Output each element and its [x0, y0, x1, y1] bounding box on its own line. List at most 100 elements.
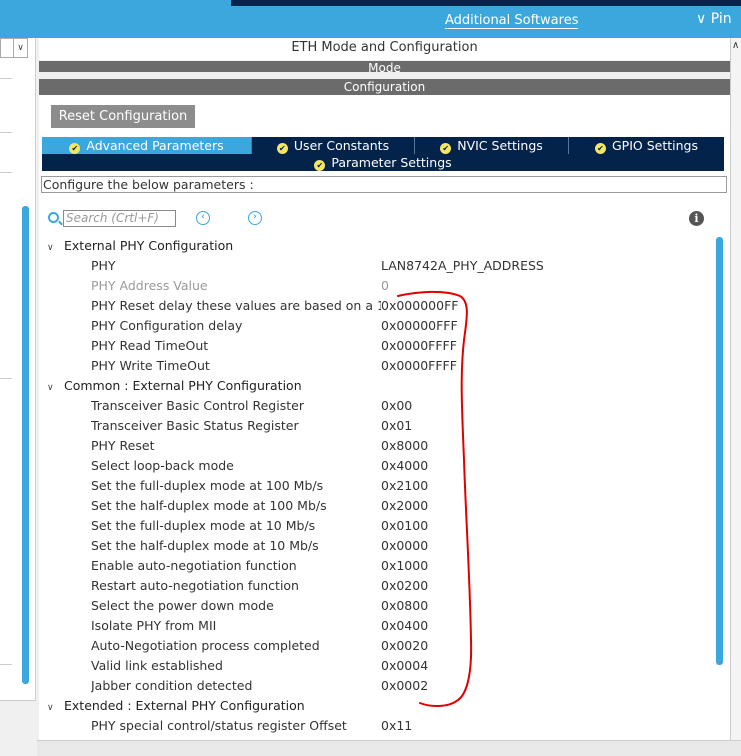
tab-advanced-parameters[interactable]: ✔ Advanced Parameters: [42, 137, 252, 154]
search-input[interactable]: Search (Crtl+F): [63, 210, 176, 227]
parameter-label: Set the full-duplex mode at 10 Mb/s: [91, 518, 316, 533]
right-edge-scrollbar[interactable]: ∧: [730, 38, 741, 756]
tab-nvic-settings[interactable]: ✔ NVIC Settings: [415, 137, 569, 154]
tab-gpio-settings[interactable]: ✔ GPIO Settings: [569, 137, 724, 154]
parameter-row[interactable]: PHY Reset 0x8000: [39, 436, 709, 456]
parameter-label: PHY Reset delay these values are based o…: [91, 298, 381, 313]
tab-parameter-settings[interactable]: ✔ Parameter Settings: [42, 154, 724, 171]
category-dropdown[interactable]: ∨: [0, 38, 28, 58]
parameters-scrollbar[interactable]: [716, 237, 723, 665]
parameter-label: PHY Configuration delay: [91, 318, 243, 333]
parameter-row[interactable]: PHY Write TimeOut 0x0000FFFF: [39, 356, 709, 376]
parameter-label: PHY Read TimeOut: [91, 338, 209, 353]
parameter-row[interactable]: Enable auto-negotiation function 0x1000: [39, 556, 709, 576]
parameter-label: Isolate PHY from MII: [91, 618, 217, 633]
chevron-down-icon: ∨: [13, 39, 27, 57]
mode-section-header[interactable]: Mode: [39, 61, 730, 72]
parameter-label: PHY Address Value: [91, 278, 208, 293]
tab-label: Advanced Parameters: [86, 138, 224, 153]
chevron-down-icon: ∨: [696, 11, 707, 27]
group-header[interactable]: ∨ Extended : External PHY Configuration: [47, 696, 717, 716]
parameter-value[interactable]: 0x01: [381, 416, 412, 436]
tab-bar: ✔ Advanced Parameters ✔ User Constants ✔ NV…: [42, 137, 724, 154]
parameter-row[interactable]: Isolate PHY from MII 0x0400: [39, 616, 709, 636]
parameter-row[interactable]: Valid link established 0x0004: [39, 656, 709, 676]
parameter-row[interactable]: Restart auto-negotiation function 0x0200: [39, 576, 709, 596]
parameter-value[interactable]: 0x2000: [381, 496, 428, 516]
search-previous-icon[interactable]: ‹: [196, 211, 210, 225]
parameter-row[interactable]: Auto-Negotiation process completed 0x0020: [39, 636, 709, 656]
top-tab-left[interactable]: [0, 0, 230, 6]
parameter-label: Select loop-back mode: [91, 458, 234, 473]
divider: [0, 378, 12, 379]
parameter-label: PHY: [91, 258, 116, 273]
parameter-value[interactable]: 0x0004: [381, 656, 428, 676]
parameter-row[interactable]: PHY Reset delay these values are based o…: [39, 296, 709, 316]
parameter-row[interactable]: Select loop-back mode 0x4000: [39, 456, 709, 476]
parameter-value[interactable]: 0x0000: [381, 536, 428, 556]
pinout-label: Pin: [710, 11, 732, 27]
parameter-row[interactable]: Select the power down mode 0x0800: [39, 596, 709, 616]
parameter-value[interactable]: 0x0020: [381, 636, 428, 656]
parameter-row[interactable]: Transceiver Basic Status Register 0x01: [39, 416, 709, 436]
parameter-row[interactable]: Set the half-duplex mode at 10 Mb/s 0x000…: [39, 536, 709, 556]
collapse-chevron-icon[interactable]: ∨: [47, 698, 57, 718]
parameter-row[interactable]: PHY special control/status register Offs…: [39, 716, 709, 736]
check-icon: ✔: [276, 143, 288, 154]
search-next-icon[interactable]: ›: [248, 211, 262, 225]
collapse-chevron-icon[interactable]: ∨: [47, 238, 57, 258]
top-tab-right[interactable]: [231, 0, 741, 6]
parameter-value[interactable]: 0x00000FFF: [381, 316, 458, 336]
parameter-label: Select the power down mode: [91, 598, 274, 613]
top-toolbar: Additional Softwares ∨ Pin: [0, 0, 741, 38]
check-icon: ✔: [440, 143, 452, 154]
parameter-value[interactable]: 0x0000FFFF: [381, 336, 457, 356]
parameter-row[interactable]: Set the full-duplex mode at 10 Mb/s 0x010…: [39, 516, 709, 536]
parameter-row[interactable]: PHY Address Value 0: [39, 276, 709, 296]
check-icon: ✔: [69, 143, 81, 154]
parameter-row[interactable]: PHY Read TimeOut 0x0000FFFF: [39, 336, 709, 356]
pinout-menu[interactable]: ∨ Pin: [696, 11, 732, 27]
chevron-up-icon: ∧: [732, 40, 740, 51]
parameter-row[interactable]: PHY Configuration delay 0x00000FFF: [39, 316, 709, 336]
group-title: Common : External PHY Configuration: [64, 378, 302, 393]
parameter-label: PHY Write TimeOut: [91, 358, 210, 373]
parameter-row[interactable]: Set the half-duplex mode at 100 Mb/s 0x20…: [39, 496, 709, 516]
parameter-value[interactable]: 0x0400: [381, 616, 428, 636]
parameter-row[interactable]: Transceiver Basic Control Register 0x00: [39, 396, 709, 416]
group-header[interactable]: ∨ External PHY Configuration: [47, 236, 717, 256]
parameter-row[interactable]: Set the full-duplex mode at 100 Mb/s 0x21…: [39, 476, 709, 496]
parameter-value[interactable]: LAN8742A_PHY_ADDRESS: [381, 256, 544, 276]
configuration-section-header[interactable]: Configuration: [39, 79, 730, 95]
parameter-row[interactable]: Jabber condition detected 0x0002: [39, 676, 709, 696]
parameter-value[interactable]: 0x0800: [381, 596, 428, 616]
parameter-value[interactable]: 0x0000FFFF: [381, 356, 457, 376]
parameter-label: Transceiver Basic Status Register: [91, 418, 299, 433]
left-scrollbar[interactable]: [22, 206, 29, 684]
collapse-chevron-icon[interactable]: ∨: [47, 378, 57, 398]
parameter-value[interactable]: 0x0002: [381, 676, 428, 696]
reset-configuration-button[interactable]: Reset Configuration: [51, 105, 195, 128]
parameter-value[interactable]: 0: [381, 276, 389, 296]
group-title: External PHY Configuration: [64, 238, 234, 253]
parameter-value[interactable]: 0x2100: [381, 476, 428, 496]
parameter-value[interactable]: 0x0200: [381, 576, 428, 596]
parameter-value[interactable]: 0x11: [381, 716, 412, 736]
additional-softwares-link[interactable]: Additional Softwares: [445, 13, 579, 29]
top-tab-strip: [0, 0, 741, 6]
group-title: Extended : External PHY Configuration: [64, 698, 305, 713]
parameter-label: Enable auto-negotiation function: [91, 558, 297, 573]
group-header[interactable]: ∨ Common : External PHY Configuration: [47, 376, 717, 396]
parameter-value[interactable]: 0x1000: [381, 556, 428, 576]
parameter-row[interactable]: PHY LAN8742A_PHY_ADDRESS: [39, 256, 709, 276]
parameter-value[interactable]: 0x00: [381, 396, 412, 416]
parameter-value[interactable]: 0x000000FF: [381, 296, 458, 316]
parameter-label: Transceiver Basic Control Register: [91, 398, 304, 413]
info-icon[interactable]: i: [689, 211, 704, 226]
configure-instructions: Configure the below parameters :: [41, 176, 727, 193]
parameter-value[interactable]: 0x4000: [381, 456, 428, 476]
parameter-value[interactable]: 0x0100: [381, 516, 428, 536]
parameter-label: Jabber condition detected: [91, 678, 253, 693]
tab-user-constants[interactable]: ✔ User Constants: [252, 137, 415, 154]
parameter-value[interactable]: 0x8000: [381, 436, 428, 456]
